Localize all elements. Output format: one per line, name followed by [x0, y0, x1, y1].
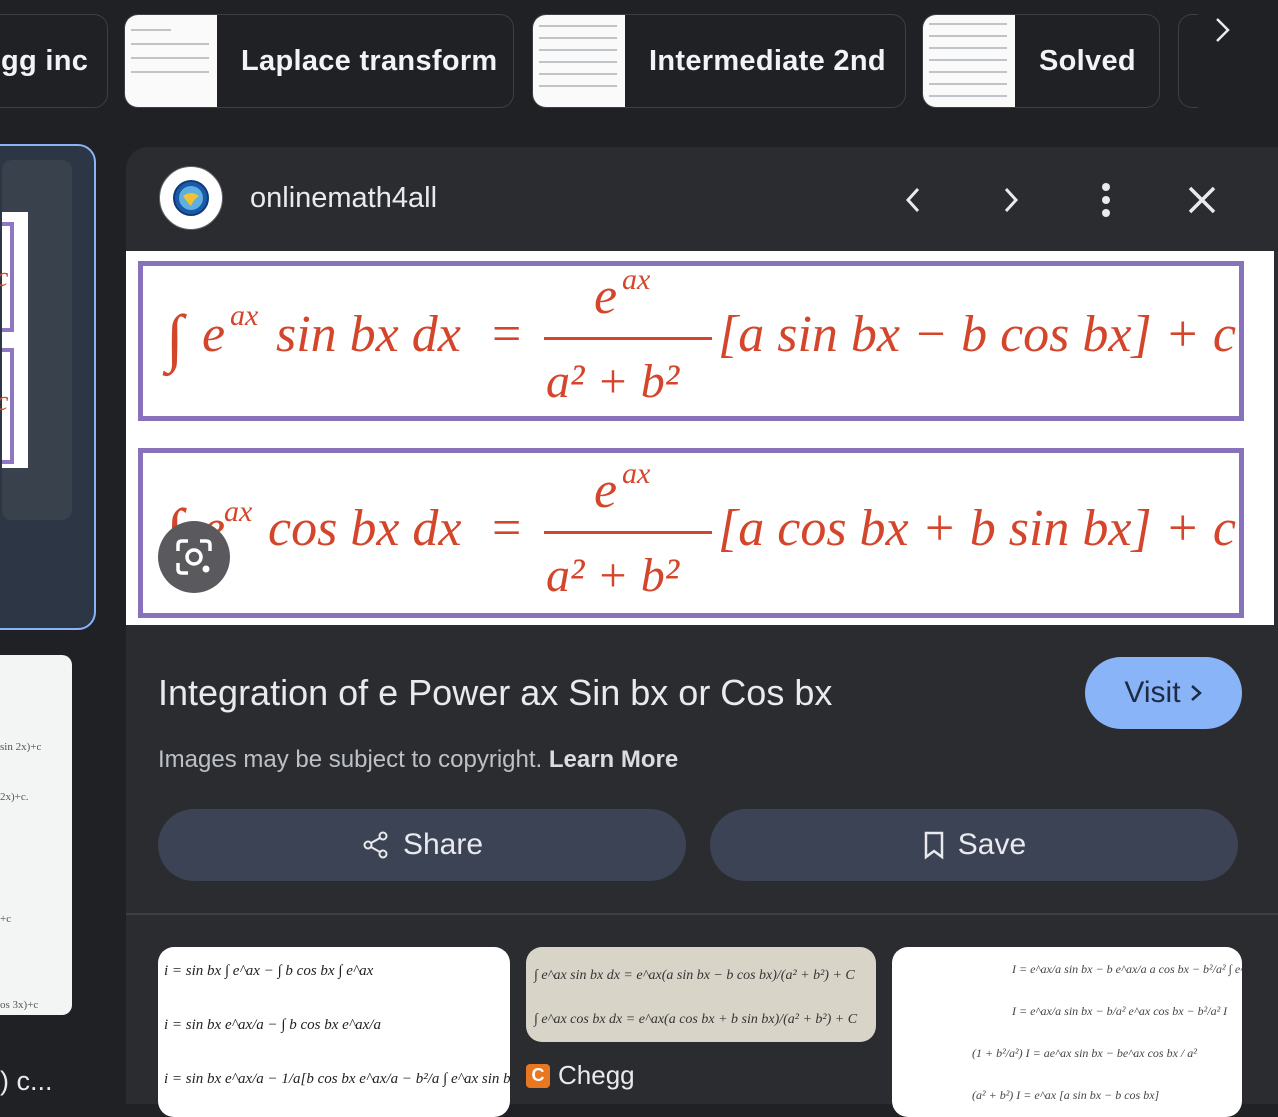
previous-result-card[interactable]: c c [0, 144, 96, 630]
copyright-text: Images may be subject to copyright. [158, 746, 543, 773]
svg-text:i = sin bx ∫ e^ax − ∫ b cos bx: i = sin bx ∫ e^ax − ∫ b cos bx ∫ e^ax [164, 963, 374, 979]
related-result-2[interactable]: ∫ e^ax sin bx dx = e^ax(a sin bx − b cos… [526, 947, 876, 1042]
share-label: Share [402, 828, 484, 861]
chip-gg-inc[interactable]: gg inc [0, 14, 108, 108]
svg-text:I = e^ax/a sin bx − b e^ax/a a: I = e^ax/a sin bx − b e^ax/a a cos bx − … [1011, 962, 1242, 976]
share-icon [363, 831, 388, 859]
bookmark-icon [924, 831, 944, 860]
svg-text:i = sin bx e^ax/a − ∫ b cos bx: i = sin bx e^ax/a − ∫ b cos bx e^ax/a [164, 1017, 381, 1033]
globe-logo-icon [173, 180, 209, 216]
lens-icon [176, 539, 212, 575]
related-source-label: Chegg [558, 1060, 635, 1090]
svg-text:(1 + b²/a²) I = ae^ax sin bx −: (1 + b²/a²) I = ae^ax sin bx − be^ax cos… [972, 1046, 1197, 1060]
visit-button[interactable]: Visit [1085, 657, 1242, 729]
related-result-2-source[interactable]: C Chegg [526, 1060, 635, 1091]
chip-thumbnail [533, 15, 625, 107]
source-logo[interactable] [159, 166, 223, 230]
lens-search-button[interactable] [158, 521, 230, 593]
formula-fragment: c [0, 386, 8, 418]
formula-fragment: +c [0, 913, 12, 925]
chip-label: Solved [1039, 44, 1136, 77]
chip-solved[interactable]: Solved [922, 14, 1160, 108]
svg-text:i = sin bx e^ax/a − 1/a[b cos: i = sin bx e^ax/a − 1/a[b cos bx e^ax/a … [164, 1071, 510, 1087]
chip-label: Intermediate 2nd [649, 44, 886, 77]
chegg-logo-icon: C [526, 1063, 550, 1088]
preview-image[interactable]: ∫ e ax sin bx dx = e ax a² + b² [a sin b… [126, 251, 1274, 625]
formula-frame-top [138, 261, 1244, 421]
chip-intermediate-2nd[interactable]: Intermediate 2nd [532, 14, 906, 108]
previous-image-button[interactable] [894, 180, 934, 220]
source-name[interactable]: onlinemath4all [250, 182, 437, 215]
chip-partial[interactable] [1178, 14, 1198, 108]
visit-label: Visit [1124, 676, 1181, 709]
save-label: Save [957, 828, 1027, 861]
left-result-caption[interactable]: ) c... [0, 1066, 53, 1097]
related-searches-chips: gg inc Laplace transform Intermediate 2n… [0, 0, 1278, 125]
related-result-thumbnail-left[interactable]: sin 2x)+c 2x)+c. +c os 3x)+c [0, 655, 72, 1015]
more-vert-icon [1102, 183, 1110, 217]
related-formula-graphic: i = sin bx ∫ e^ax − ∫ b cos bx ∫ e^ax i … [164, 963, 510, 1087]
chevron-right-icon[interactable] [1206, 14, 1238, 46]
close-icon [1188, 186, 1216, 214]
chevron-right-icon [1004, 187, 1019, 213]
formula-fragment: sin 2x)+c [0, 741, 42, 753]
svg-text:∫ e^ax sin bx dx = e^ax(a sin: ∫ e^ax sin bx dx = e^ax(a sin bx − b cos… [533, 968, 855, 983]
related-result-3[interactable]: I = e^ax/a sin bx − b e^ax/a a cos bx − … [892, 947, 1242, 1117]
formula-fragment: os 3x)+c [0, 999, 39, 1011]
chip-label: gg inc [1, 44, 89, 77]
related-formula-graphic: ∫ e^ax sin bx dx = e^ax(a sin bx − b cos… [533, 968, 858, 1027]
chip-thumbnail [923, 15, 1015, 107]
svg-text:I = e^ax/a sin bx − b/a² e^ax: I = e^ax/a sin bx − b/a² e^ax cos bx − b… [1011, 1004, 1228, 1018]
close-button[interactable] [1182, 180, 1222, 220]
related-result-1[interactable]: i = sin bx ∫ e^ax − ∫ b cos bx ∫ e^ax i … [158, 947, 510, 1117]
card-thumbnail: c c [0, 212, 28, 468]
next-image-button[interactable] [990, 180, 1030, 220]
more-options-button[interactable] [1086, 180, 1126, 220]
chip-thumbnail [125, 15, 217, 107]
section-divider [126, 913, 1278, 915]
svg-text:(a² + b²) I = e^ax [a sin bx −: (a² + b²) I = e^ax [a sin bx − b cos bx] [972, 1088, 1160, 1102]
formula-frame-bottom [138, 448, 1244, 618]
formula-fragment: c [0, 262, 8, 294]
save-button[interactable]: Save [710, 809, 1238, 881]
svg-text:∫ e^ax cos bx dx = e^ax(a cos: ∫ e^ax cos bx dx = e^ax(a cos bx + b sin… [533, 1012, 858, 1027]
copyright-notice: Images may be subject to copyright. Lear… [158, 746, 678, 774]
share-button[interactable]: Share [158, 809, 686, 881]
formula-fragment: 2x)+c. [0, 791, 29, 803]
related-formula-graphic: I = e^ax/a sin bx − b e^ax/a a cos bx − … [972, 962, 1242, 1102]
chevron-right-icon [1190, 685, 1202, 701]
image-title[interactable]: Integration of e Power ax Sin bx or Cos … [158, 672, 832, 714]
chip-label: Laplace transform [241, 44, 498, 77]
chip-laplace-transform[interactable]: Laplace transform [124, 14, 514, 108]
chevron-left-icon [905, 187, 920, 213]
learn-more-link[interactable]: Learn More [549, 746, 678, 773]
